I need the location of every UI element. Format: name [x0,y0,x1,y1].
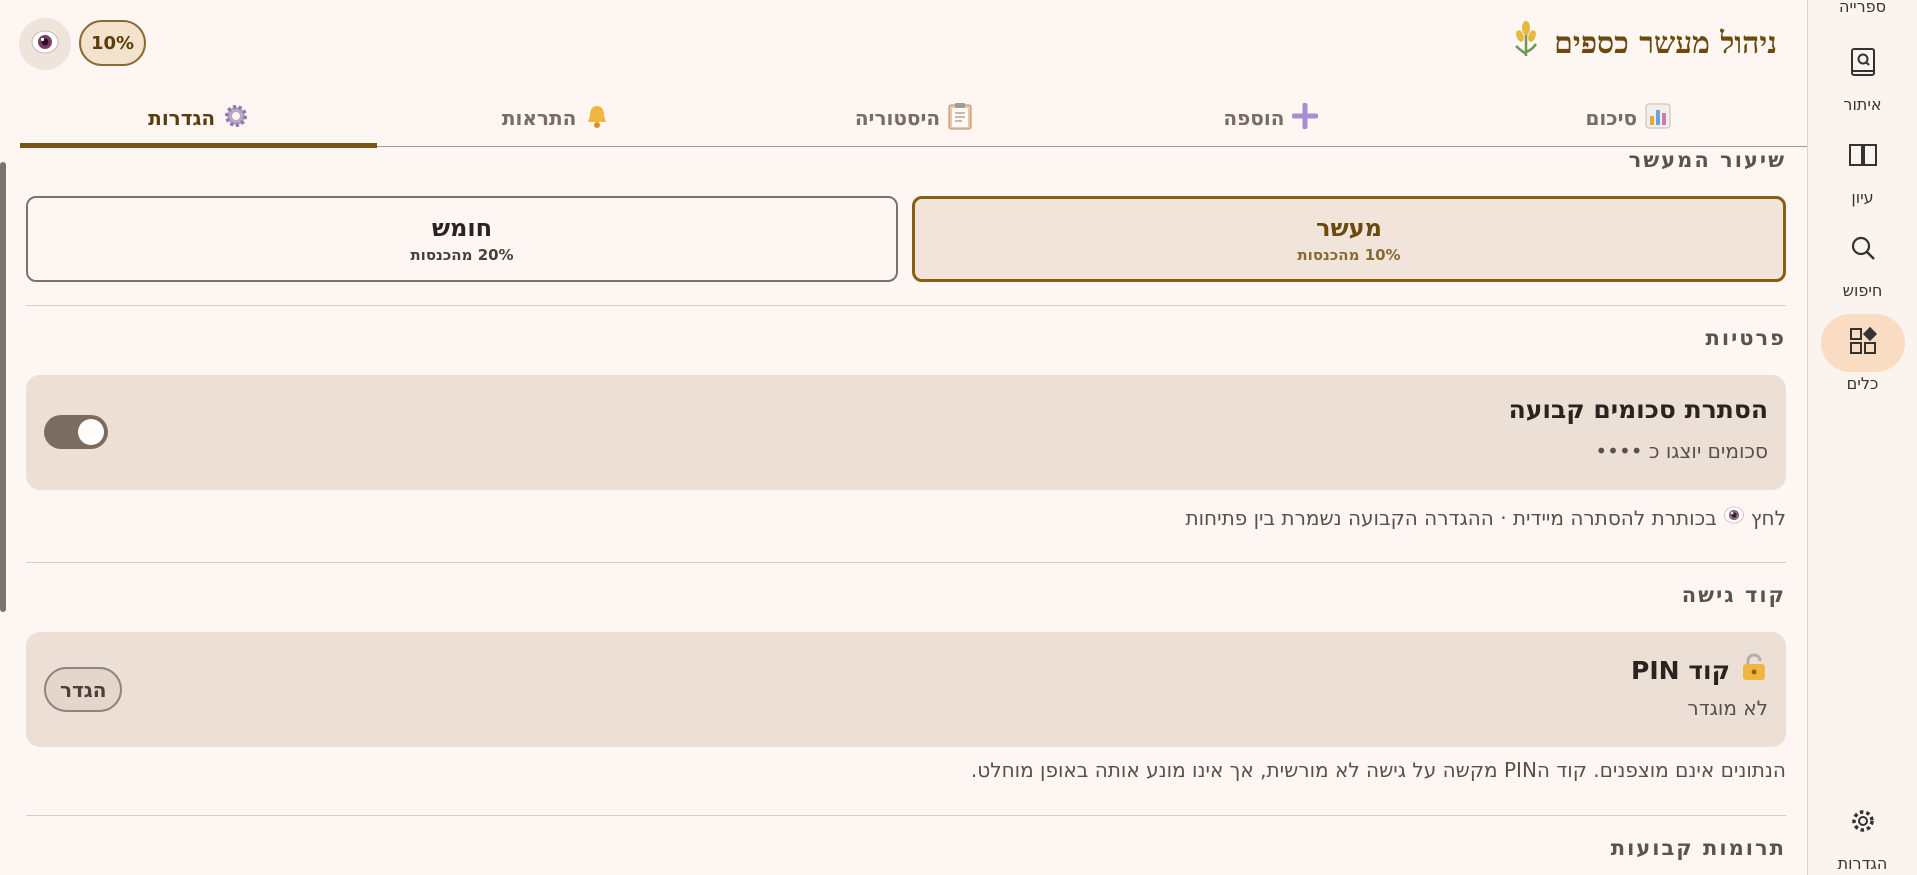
rate-section-heading: שיעור המעשר [1628,148,1786,172]
tab-summary[interactable]: סיכום [1450,90,1807,146]
hide-amounts-toggle[interactable] [44,415,108,449]
tab-settings[interactable]: הגדרות [19,90,378,148]
divider [26,815,1786,816]
bar-chart-icon [1645,103,1671,134]
eye-icon [1723,504,1745,531]
rail-item-search[interactable]: חיפוש [1808,221,1917,300]
rail-item-locate[interactable]: איתור [1808,35,1917,114]
tithe-percent-chip[interactable]: 10% [79,20,146,66]
pin-note: הנתונים אינם מוצפנים. קוד הPIN מקשה על ג… [970,758,1786,782]
hide-amounts-subtitle: סכומים יוצגו כ •••• [1595,439,1768,463]
eye-icon [30,27,60,61]
scrollbar[interactable] [0,162,6,612]
rate-option-tithe[interactable]: מעשר 10% מהכנסות [912,196,1786,282]
rate-options: מעשר 10% מהכנסות חומש 20% מהכנסות [26,196,1786,282]
main-tabs: סיכום הוספה היסטוריה התראות הגדרות [19,90,1807,148]
app-title: ניהול מעשר כספים [1512,20,1777,66]
set-pin-button[interactable]: הגדר [44,667,123,712]
bell-icon [584,103,610,134]
rail-item-study[interactable]: עיון [1808,128,1917,207]
tab-history[interactable]: היסטוריה [735,90,1092,146]
privacy-section-heading: פרטיות [1705,326,1786,350]
hide-amounts-card: הסתרת סכומים קבועה סכומים יוצגו כ •••• [26,375,1786,490]
hide-amounts-button[interactable] [19,18,71,70]
divider [26,562,1786,563]
rate-option-fifth[interactable]: חומש 20% מהכנסות [26,196,898,282]
rail-library-label[interactable]: ספרייה [1839,0,1886,19]
gear-icon [1849,807,1877,839]
tools-grid-icon [1848,326,1878,360]
privacy-note: לחץ בכותרת להסתרה מיידית · ההגדרה הקבועה… [1185,504,1786,531]
rail-item-settings[interactable]: הגדרות [1808,794,1917,873]
settings-content: שיעור המעשר מעשר 10% מהכנסות חומש 20% מה… [26,148,1786,875]
toggle-knob [78,419,104,445]
tab-add[interactable]: הוספה [1092,90,1449,146]
book-search-icon [1849,47,1877,81]
app-title-text: ניהול מעשר כספים [1554,25,1777,61]
divider [26,305,1786,306]
wheat-icon [1512,20,1540,66]
gear-icon [223,103,249,134]
pin-card: קוד PIN לא מוגדר הגדר [26,632,1786,747]
rail-item-tools[interactable]: כלים [1808,314,1917,393]
hide-amounts-title: הסתרת סכומים קבועה [1508,395,1768,424]
pin-title: קוד PIN [1631,652,1768,688]
pin-status: לא מוגדר [1687,696,1768,720]
open-book-icon [1848,142,1878,172]
plus-icon [1291,102,1319,134]
search-icon [1849,234,1877,266]
lock-icon [1740,652,1768,688]
access-section-heading: קוד גישה [1681,583,1786,607]
app-header: ניהול מעשר כספים 10% [0,0,1807,88]
tab-alerts[interactable]: התראות [377,90,734,146]
donations-section-heading: תרומות קבועות [1610,836,1786,860]
side-rail: ספרייה איתור עיון חיפוש כלים הגדרות [1807,0,1917,875]
clipboard-icon [948,102,972,135]
